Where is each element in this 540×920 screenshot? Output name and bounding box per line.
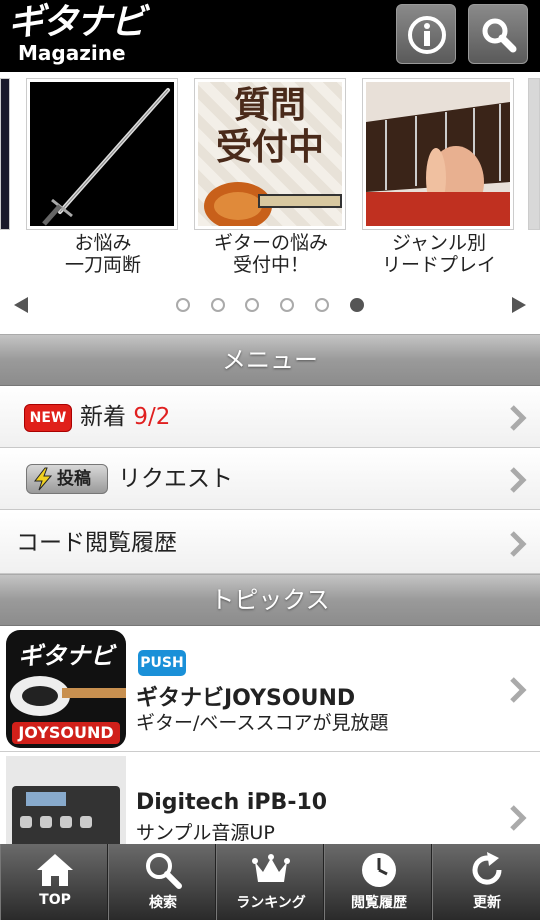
image-text-2: 受付中 <box>215 127 324 168</box>
chevron-right-icon <box>510 405 527 431</box>
search-button[interactable] <box>468 4 528 64</box>
post-badge: 投稿 <box>26 464 108 494</box>
joysound-app-icon: ギタナビ JOYSOUND <box>6 630 126 748</box>
tab-label: 更新 <box>473 895 501 911</box>
info-button[interactable] <box>396 4 456 64</box>
caption-line: お悩み <box>74 232 132 254</box>
carousel-thumb-2[interactable]: 質問 受付中 <box>194 78 346 230</box>
caption-line: リードプレイ <box>381 254 496 276</box>
carousel-dot[interactable] <box>245 298 259 312</box>
chevron-right-icon <box>510 805 527 831</box>
carousel-partial-thumb-right[interactable] <box>528 78 540 230</box>
carousel-caption-2: ギターの悩み 受付中！ <box>186 232 356 276</box>
tab-ranking[interactable]: ランキング <box>216 844 324 920</box>
carousel-thumb-3[interactable] <box>362 78 514 230</box>
menu-item-label: コード閲覧履歴 <box>16 530 177 556</box>
home-icon <box>37 854 73 886</box>
carousel-thumb-1[interactable] <box>26 78 178 230</box>
menu-item-label: 新着 9/2 <box>80 386 170 448</box>
topic-subtitle: サンプル音源UP <box>136 822 275 844</box>
new-date: 9/2 <box>133 404 171 430</box>
guitar-body-image <box>204 182 342 226</box>
carousel-partial-thumb-left[interactable] <box>0 78 10 230</box>
caption-line: 受付中！ <box>232 254 309 276</box>
carousel-next-arrow-icon[interactable] <box>510 296 528 314</box>
push-badge: PUSH <box>138 650 186 676</box>
carousel-dot[interactable] <box>211 298 225 312</box>
topics-section-header: トピックス <box>0 574 540 626</box>
carousel-dot[interactable] <box>280 298 294 312</box>
caption-line: ジャンル別 <box>391 232 487 254</box>
question-image: 質問 受付中 <box>198 82 342 226</box>
menu-item-label: リクエスト <box>118 466 233 492</box>
menu-item-history[interactable]: コード閲覧履歴 <box>0 512 540 574</box>
chevron-right-icon <box>510 677 527 703</box>
app-header: ギタナビ Magazine <box>0 0 540 72</box>
new-label: 新着 <box>80 404 126 430</box>
carousel-dot[interactable] <box>315 298 329 312</box>
guitar-icon <box>10 676 126 716</box>
bottom-tab-bar: TOP 検索 ランキング 閲覧履歴 更新 <box>0 844 540 920</box>
tab-label: ランキング <box>236 895 306 911</box>
chevron-right-icon <box>510 467 527 493</box>
chevron-right-icon <box>510 531 527 557</box>
logo-main-text: ギタナビ <box>8 2 146 43</box>
clock-icon <box>362 853 396 887</box>
tab-label: 検索 <box>149 895 177 911</box>
refresh-icon <box>472 852 502 885</box>
icon-text-bottom: JOYSOUND <box>12 722 120 744</box>
sword-image <box>30 82 174 226</box>
tab-history[interactable]: 閲覧履歴 <box>324 844 432 920</box>
image-text-1: 質問 <box>233 85 306 126</box>
caption-line: ギターの悩み <box>213 232 328 254</box>
tab-search[interactable]: 検索 <box>108 844 216 920</box>
topic-subtitle: ギター/ベーススコアが見放題 <box>136 712 389 734</box>
crown-icon <box>252 854 290 882</box>
topic-item[interactable]: ギタナビ JOYSOUND PUSH ギタナビJOYSOUND ギター/ベースス… <box>0 626 540 752</box>
tab-top[interactable]: TOP <box>0 844 108 920</box>
app-logo[interactable]: ギタナビ Magazine <box>8 2 146 65</box>
tab-label: 閲覧履歴 <box>351 895 407 911</box>
carousel-caption-1: お悩み 一刀両断 <box>18 232 188 276</box>
menu-item-new[interactable]: NEW 新着 9/2 <box>0 386 540 448</box>
info-icon <box>408 16 446 54</box>
guitar-neck-image <box>366 82 510 226</box>
topic-item[interactable]: Digitech iPB-10 サンプル音源UP <box>0 752 540 874</box>
caption-line: 一刀両断 <box>64 254 141 276</box>
topic-title: Digitech iPB-10 <box>136 790 328 815</box>
feature-carousel[interactable]: お悩み 一刀両断 質問 受付中 ギターの悩み 受付中！ ジャンル別 リードプレイ <box>0 72 540 334</box>
search-icon <box>482 18 517 53</box>
new-badge: NEW <box>24 404 72 432</box>
carousel-dot-active[interactable] <box>350 298 364 312</box>
lightning-icon <box>33 467 53 491</box>
carousel-prev-arrow-icon[interactable] <box>12 296 30 314</box>
search-icon <box>146 853 182 889</box>
carousel-caption-3: ジャンル別 リードプレイ <box>354 232 524 276</box>
carousel-dot[interactable] <box>176 298 190 312</box>
logo-sub-text: Magazine <box>18 41 126 65</box>
post-badge-text: 投稿 <box>57 469 91 489</box>
menu-item-request[interactable]: 投稿 リクエスト <box>0 448 540 510</box>
tab-refresh[interactable]: 更新 <box>432 844 540 920</box>
tab-label: TOP <box>39 892 71 908</box>
menu-section-header: メニュー <box>0 334 540 386</box>
